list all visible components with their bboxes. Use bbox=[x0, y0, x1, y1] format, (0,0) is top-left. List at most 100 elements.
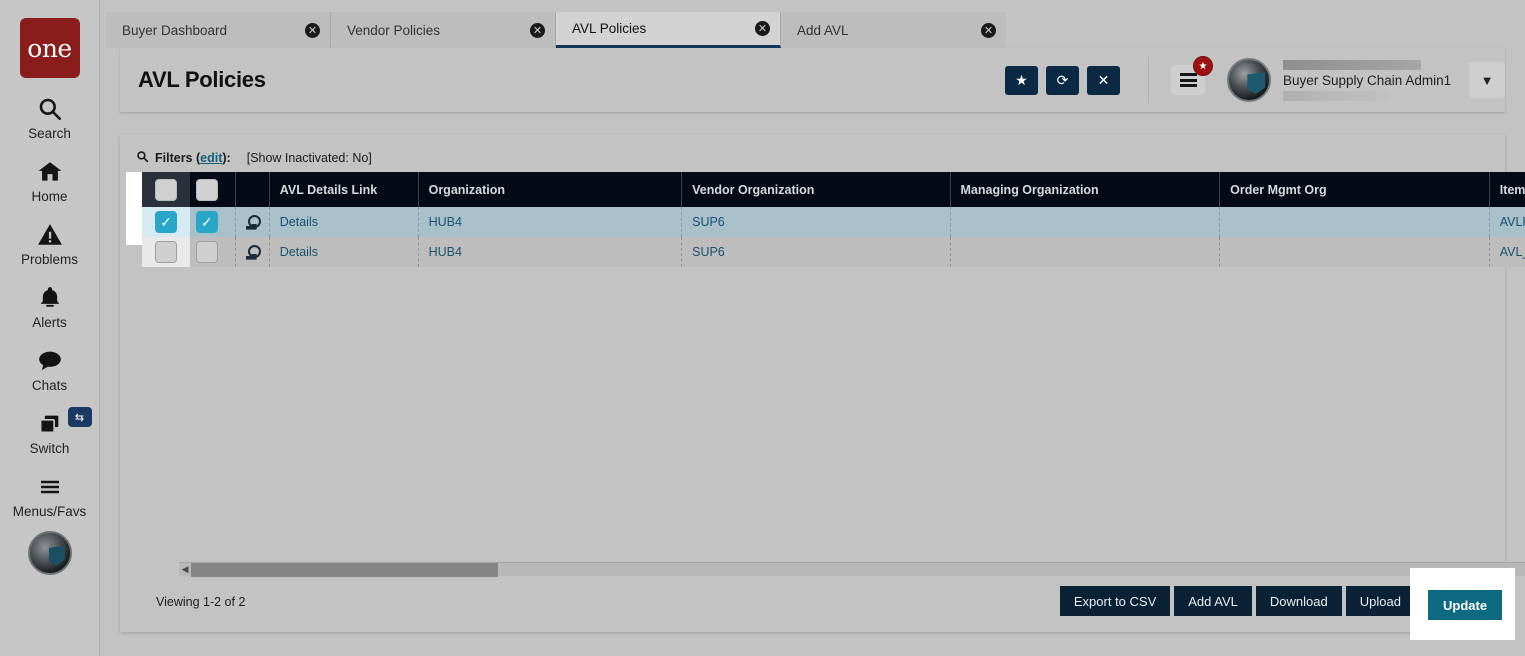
row-detail-icon-cell[interactable] bbox=[235, 207, 270, 237]
tab-label: AVL Policies bbox=[572, 21, 647, 36]
sidebar-item-label: Switch bbox=[29, 441, 70, 456]
row-checkbox[interactable] bbox=[155, 241, 177, 263]
redacted-bar-top bbox=[1283, 59, 1421, 70]
select-all-checkbox[interactable] bbox=[195, 178, 218, 201]
row-select-cell[interactable] bbox=[142, 237, 190, 267]
user-info: Buyer Supply Chain Admin1 bbox=[1283, 59, 1463, 101]
column-header-vendor-organization[interactable]: Vendor Organization bbox=[681, 172, 951, 207]
row-checkbox[interactable]: ✓ bbox=[195, 211, 218, 233]
close-button[interactable]: ✕ bbox=[1087, 65, 1120, 95]
select-all-header-cell[interactable] bbox=[142, 172, 190, 207]
close-circle-icon[interactable]: ✕ bbox=[981, 22, 996, 38]
item-link[interactable]: AVL_Item1 bbox=[1500, 245, 1525, 259]
sidebar-item-alerts[interactable]: Alerts bbox=[0, 283, 100, 330]
row-checkbox[interactable]: ✓ bbox=[155, 211, 177, 233]
export-to-csv-button[interactable]: Export to CSV bbox=[1059, 586, 1171, 616]
vendor-organization-link[interactable]: SUP6 bbox=[692, 215, 725, 229]
home-icon bbox=[36, 157, 64, 187]
x-icon: ✕ bbox=[1097, 71, 1110, 88]
row-select-cell[interactable]: ✓ bbox=[142, 207, 190, 237]
filters-label: Filters ( bbox=[155, 150, 201, 165]
cell-vendor-organization[interactable]: SUP6 bbox=[681, 207, 951, 237]
row-detail-icon-cell[interactable] bbox=[235, 237, 270, 267]
close-circle-icon[interactable]: ✕ bbox=[755, 21, 770, 36]
sidebar-item-label: Problems bbox=[20, 252, 79, 267]
sidebar-item-search[interactable]: Search bbox=[0, 94, 100, 141]
user-avatar[interactable] bbox=[1227, 58, 1271, 102]
tab-label: Add AVL bbox=[797, 22, 849, 38]
cell-managing-organization bbox=[950, 237, 1221, 267]
close-circle-icon[interactable]: ✕ bbox=[530, 22, 545, 38]
column-header-item[interactable]: Item bbox=[1489, 172, 1525, 207]
user-menu-dropdown[interactable]: ▼ bbox=[1469, 62, 1505, 98]
header-actions: ★ ⟳ ✕ ★ Buyer Supply Chain Admin1 ▼ bbox=[997, 48, 1505, 112]
left-sidebar: one Search Home Problems Alerts Chats ⇆ … bbox=[0, 0, 100, 656]
tab-add-avl[interactable]: Add AVL ✕ bbox=[781, 12, 1006, 48]
app-logo[interactable]: one bbox=[19, 18, 80, 78]
organization-link[interactable]: HUB4 bbox=[429, 215, 462, 229]
download-button[interactable]: Download bbox=[1255, 586, 1342, 616]
data-grid: AVL Details Link Organization Vendor Org… bbox=[179, 172, 1525, 562]
table-row[interactable]: ✓ Details HUB4 SUP6 AVL bbox=[179, 207, 1525, 237]
filters-edit-link[interactable]: edit bbox=[200, 151, 222, 165]
upload-button[interactable]: Upload bbox=[1345, 586, 1415, 616]
horizontal-scrollbar[interactable]: ◀ ▶ bbox=[179, 562, 1525, 577]
filters-label-end: ): bbox=[222, 150, 231, 165]
hamburger-icon bbox=[36, 472, 64, 502]
tab-label: Vendor Policies bbox=[347, 22, 441, 38]
row-checkbox[interactable] bbox=[195, 241, 218, 263]
column-header-managing-organization[interactable]: Managing Organization bbox=[950, 172, 1221, 207]
sidebar-item-home[interactable]: Home bbox=[0, 157, 100, 204]
sidebar-item-menus-favs[interactable]: Menus/Favs bbox=[0, 472, 100, 519]
sidebar-item-label: Menus/Favs bbox=[12, 504, 87, 519]
scrollbar-track[interactable] bbox=[191, 562, 1525, 577]
sidebar-item-chats[interactable]: Chats bbox=[0, 346, 100, 393]
column-header-order-mgmt-org[interactable]: Order Mgmt Org bbox=[1219, 172, 1490, 207]
sidebar-avatar[interactable] bbox=[27, 531, 72, 575]
cell-item[interactable]: AVL_Item1 bbox=[1489, 237, 1525, 267]
cell-avl-details-link[interactable]: Details bbox=[269, 207, 419, 237]
organization-link[interactable]: HUB4 bbox=[429, 245, 462, 259]
select-all-checkbox[interactable] bbox=[155, 178, 177, 201]
swap-arrows-icon[interactable]: ⇆ bbox=[67, 407, 92, 427]
cell-organization[interactable]: HUB4 bbox=[418, 207, 683, 237]
header-divider bbox=[1148, 57, 1149, 103]
refresh-button[interactable]: ⟳ bbox=[1046, 65, 1079, 95]
tab-label: Buyer Dashboard bbox=[122, 22, 228, 38]
page-title: AVL Policies bbox=[138, 67, 266, 92]
content-panel: Filters ( edit ): [Show Inactivated: No]… bbox=[120, 135, 1525, 632]
tab-avl-policies[interactable]: AVL Policies ✕ bbox=[556, 12, 781, 48]
vendor-organization-link[interactable]: SUP6 bbox=[692, 245, 725, 259]
search-icon bbox=[37, 94, 63, 124]
header-menu-button[interactable]: ★ bbox=[1171, 56, 1213, 95]
tab-buyer-dashboard[interactable]: Buyer Dashboard ✕ bbox=[106, 12, 331, 48]
cell-organization[interactable]: HUB4 bbox=[418, 237, 683, 267]
tab-vendor-policies[interactable]: Vendor Policies ✕ bbox=[331, 12, 556, 48]
cell-item[interactable]: AVLPoItem1 bbox=[1489, 207, 1525, 237]
add-avl-button[interactable]: Add AVL bbox=[1174, 586, 1252, 616]
scrollbar-thumb[interactable] bbox=[191, 562, 498, 577]
details-link[interactable]: Details bbox=[280, 245, 318, 259]
scroll-left-arrow-icon[interactable]: ◀ bbox=[179, 564, 191, 575]
sidebar-item-label: Alerts bbox=[32, 315, 67, 330]
sidebar-item-problems[interactable]: Problems bbox=[0, 220, 100, 267]
item-link[interactable]: AVLPoItem1 bbox=[1500, 215, 1525, 229]
redacted-bar-bottom bbox=[1283, 90, 1391, 101]
favorite-button[interactable]: ★ bbox=[1005, 65, 1038, 95]
update-button-highlighted[interactable]: Update bbox=[1428, 590, 1503, 620]
viewing-count: Viewing 1-2 of 2 bbox=[156, 595, 246, 609]
details-link[interactable]: Details bbox=[280, 215, 318, 229]
table-header-row: AVL Details Link Organization Vendor Org… bbox=[179, 172, 1525, 207]
sidebar-item-switch[interactable]: ⇆ Switch bbox=[0, 407, 100, 456]
close-circle-icon[interactable]: ✕ bbox=[305, 22, 320, 38]
filters-value: [Show Inactivated: No] bbox=[246, 150, 372, 165]
page-header: AVL Policies ★ ⟳ ✕ ★ Buyer Supply Chain … bbox=[120, 48, 1505, 112]
chat-bubble-icon bbox=[36, 346, 64, 376]
column-header-organization[interactable]: Organization bbox=[418, 172, 683, 207]
cell-vendor-organization[interactable]: SUP6 bbox=[681, 237, 951, 267]
cell-avl-details-link[interactable]: Details bbox=[269, 237, 419, 267]
filters-bar: Filters ( edit ): [Show Inactivated: No] bbox=[120, 146, 1505, 169]
bell-icon bbox=[37, 283, 63, 313]
column-header-avl-details-link[interactable]: AVL Details Link bbox=[269, 172, 419, 207]
table-row[interactable]: Details HUB4 SUP6 AVL_Item1 AVL_Item1 bbox=[179, 237, 1525, 267]
